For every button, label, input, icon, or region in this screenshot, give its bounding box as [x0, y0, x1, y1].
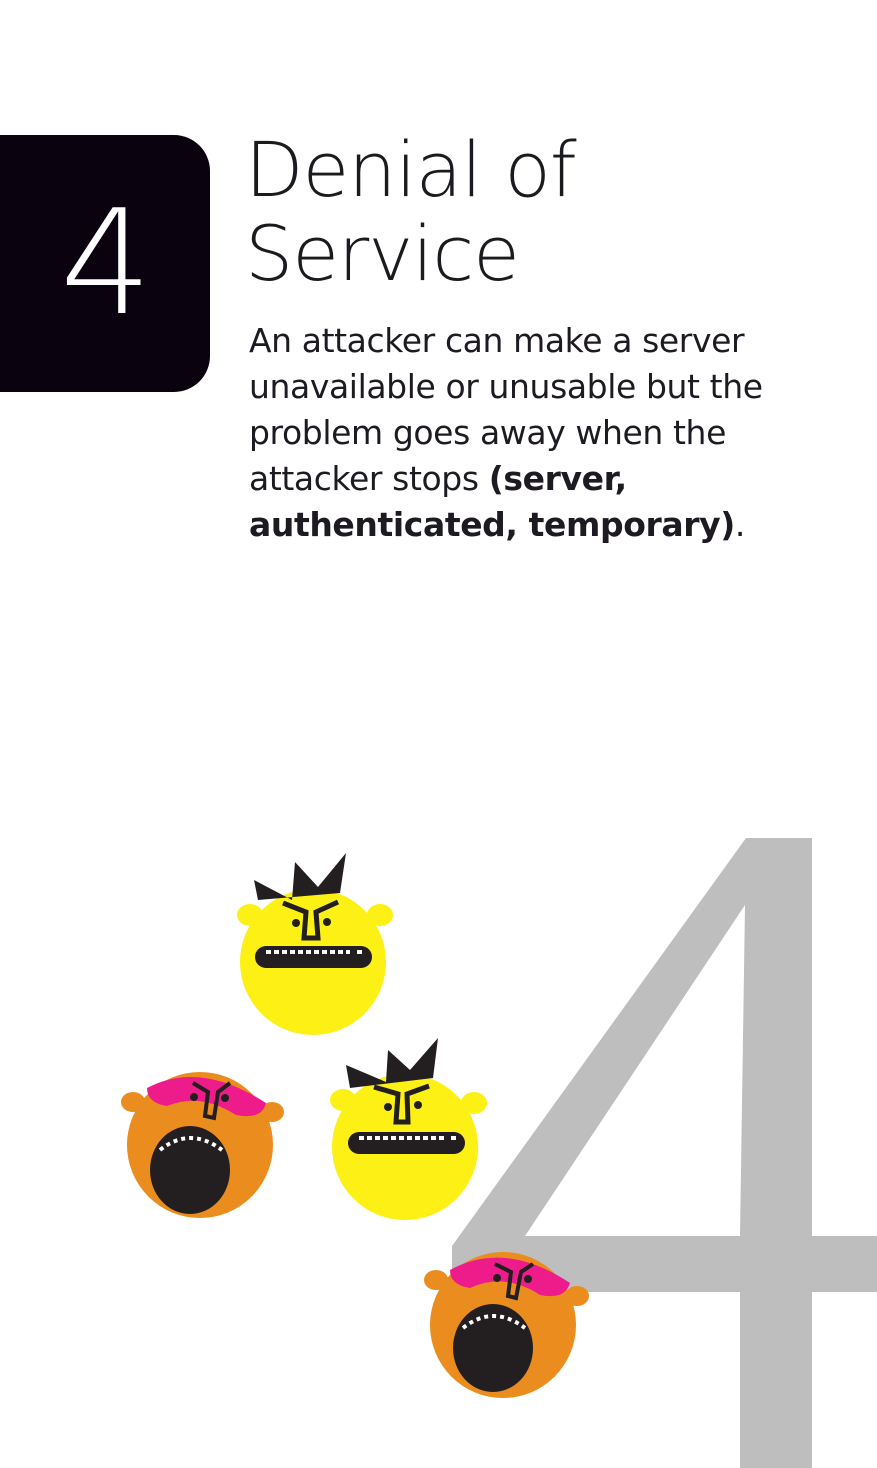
- crowned-yellow-character: [330, 1038, 487, 1220]
- screaming-orange-character: [424, 1252, 589, 1398]
- threat-card: 4 Denial of Service An attacker can make…: [0, 0, 877, 1468]
- attackers-illustration: [121, 853, 589, 1398]
- crowned-yellow-character: [237, 853, 393, 1035]
- screaming-orange-character: [121, 1072, 284, 1218]
